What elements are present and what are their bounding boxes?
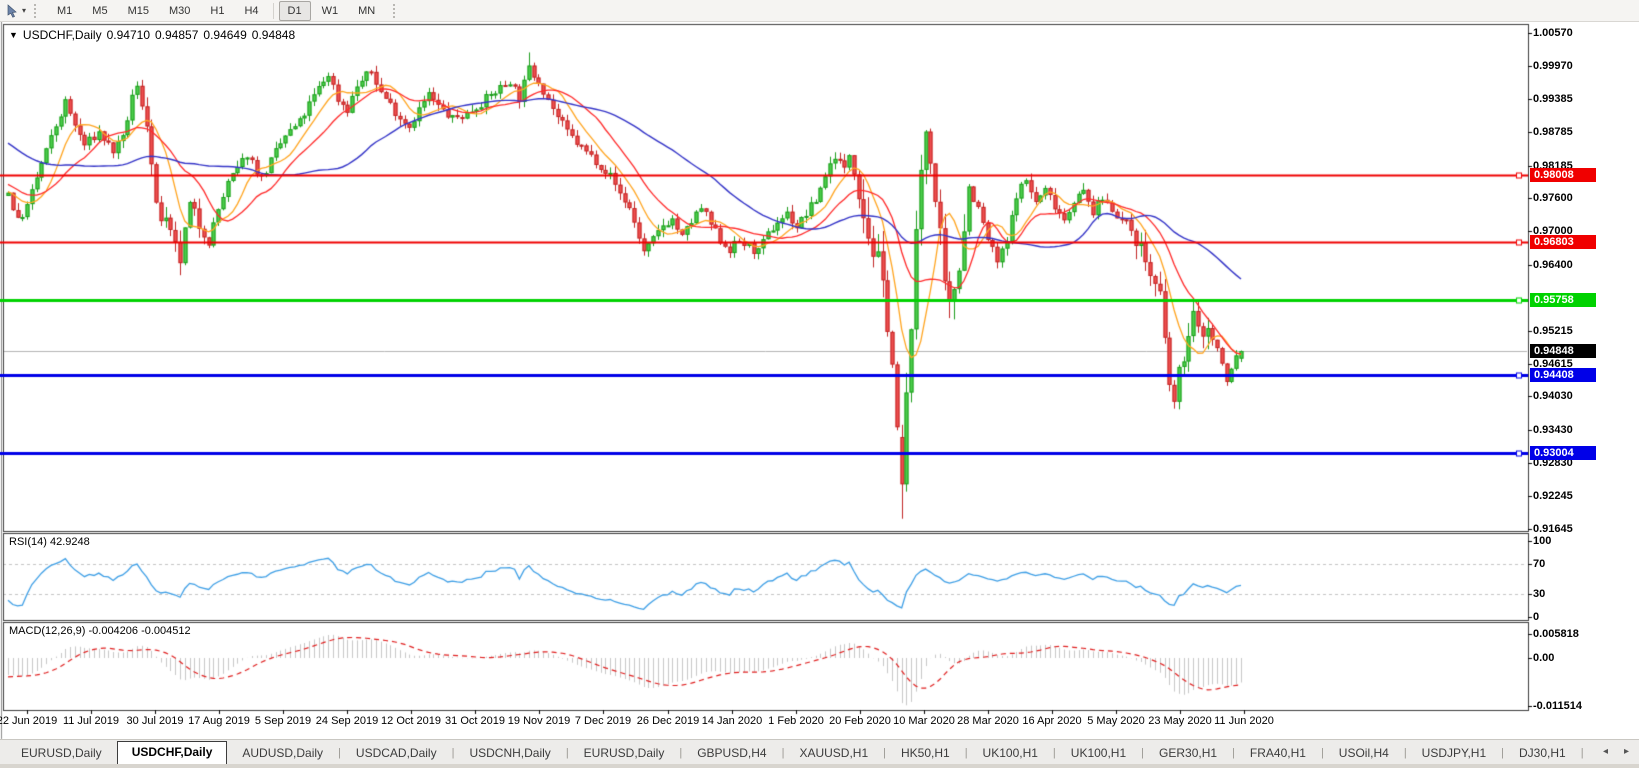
quote-open: 0.94710 bbox=[106, 28, 150, 42]
toolbar-grip[interactable] bbox=[34, 3, 41, 18]
macd-value-1: -0.004206 bbox=[88, 625, 139, 637]
date-axis-label: 1 Feb 2020 bbox=[768, 715, 824, 727]
tab-gbpusd-h4[interactable]: GBPUSD,H4 bbox=[682, 742, 781, 765]
rsi-tick-label: 70 bbox=[1533, 558, 1546, 570]
price-chart-canvas[interactable] bbox=[0, 0, 1639, 768]
rsi-tick-label: 30 bbox=[1533, 588, 1546, 600]
macd-tick-label: 0.005818 bbox=[1533, 628, 1579, 640]
date-axis-label: 19 Nov 2019 bbox=[507, 715, 571, 727]
macd-tick-label: 0.00 bbox=[1533, 652, 1555, 664]
mt4-window: ▾ M1 M5 M15 M30 H1 H4 D1 W1 MN ▼ USDCHF,Daily 0.94… bbox=[0, 0, 1639, 768]
chart-title: ▼ USDCHF,Daily 0.94710 0.94857 0.94649 0.9484… bbox=[9, 28, 295, 42]
date-axis-label: 10 Mar 2020 bbox=[893, 715, 955, 727]
status-strip bbox=[0, 764, 1639, 768]
timeframe-button-h1[interactable]: H1 bbox=[201, 1, 233, 21]
toolbar-grip[interactable] bbox=[393, 3, 400, 18]
price-tick-label: 0.98785 bbox=[1533, 126, 1573, 138]
date-axis-label: 14 Jan 2020 bbox=[701, 715, 763, 727]
hline-price-label: 0.95758 bbox=[1530, 293, 1596, 307]
tab-usdjpy-h1[interactable]: USDJPY,H1 bbox=[1407, 742, 1501, 765]
tab-separator: | bbox=[1580, 747, 1584, 759]
price-tick-label: 0.93430 bbox=[1533, 424, 1573, 436]
date-axis-label: 28 Mar 2020 bbox=[957, 715, 1019, 727]
rsi-value: 42.9248 bbox=[49, 536, 90, 548]
tab-dj30-h1[interactable]: DJ30,H1 bbox=[1504, 742, 1581, 765]
chart-cursor-icon bbox=[7, 3, 17, 18]
macd-value-2: -0.004512 bbox=[141, 625, 191, 637]
date-axis-label: 24 Sep 2019 bbox=[315, 715, 379, 727]
timeframe-button-d1[interactable]: D1 bbox=[278, 0, 311, 21]
date-axis-label: 5 Sep 2019 bbox=[254, 715, 312, 727]
date-axis-label: 23 May 2020 bbox=[1148, 715, 1212, 727]
rsi-indicator-label: RSI(14) 42.9248 bbox=[9, 536, 90, 548]
tab-scroll-right-icon[interactable]: ▸ bbox=[1624, 746, 1629, 757]
tab-eurusd-daily[interactable]: EURUSD,Daily bbox=[569, 742, 680, 765]
price-tick-label: 1.00570 bbox=[1533, 27, 1573, 39]
quote-high: 0.94857 bbox=[155, 28, 199, 42]
tab-uk100-h1[interactable]: UK100,H1 bbox=[968, 742, 1053, 765]
hline-price-label: 0.93004 bbox=[1530, 446, 1596, 460]
tab-hk50-h1[interactable]: HK50,H1 bbox=[886, 742, 965, 765]
date-axis-label: 11 Jul 2019 bbox=[62, 715, 120, 727]
tab-usdcnh-daily[interactable]: USDCNH,Daily bbox=[454, 742, 565, 765]
timeframe-button-m15[interactable]: M15 bbox=[119, 1, 158, 21]
timeframe-button-m30[interactable]: M30 bbox=[160, 1, 199, 21]
one-click-trading-toggle-icon[interactable]: ▼ bbox=[9, 30, 18, 40]
date-axis-label: 5 May 2020 bbox=[1087, 715, 1145, 727]
date-axis-label: 31 Oct 2019 bbox=[445, 715, 505, 727]
tab-usoil-h4[interactable]: USOil,H4 bbox=[1324, 742, 1404, 765]
timeframe-button-mn[interactable]: MN bbox=[349, 1, 384, 21]
chevron-down-icon: ▾ bbox=[22, 6, 27, 15]
tab-ger30-h1[interactable]: GER30,H1 bbox=[1144, 742, 1232, 765]
price-tick-label: 0.99970 bbox=[1533, 60, 1573, 72]
macd-tick-label: -0.011514 bbox=[1533, 700, 1582, 712]
rsi-tick-label: 0 bbox=[1533, 611, 1540, 623]
chart-tab-bar: EURUSD,Daily USDCHF,Daily AUDUSD,Daily | USD… bbox=[0, 739, 1639, 765]
timeframe-button-m1[interactable]: M1 bbox=[48, 1, 81, 21]
date-axis-label: 7 Dec 2019 bbox=[574, 715, 632, 727]
timeframe-button-group: M1 M5 M15 M30 H1 H4 D1 W1 MN bbox=[47, 0, 385, 21]
chart-cursor-tool-button[interactable]: ▾ bbox=[0, 1, 32, 21]
tab-uk100-h1[interactable]: UK100,H1 bbox=[1056, 742, 1141, 765]
date-axis-label: 26 Dec 2019 bbox=[636, 715, 700, 727]
date-axis-label: 16 Apr 2020 bbox=[1022, 715, 1082, 727]
hline-price-label: 0.96803 bbox=[1530, 235, 1596, 249]
date-axis-label: 11 Jun 2020 bbox=[1214, 715, 1274, 727]
chart-tabs: EURUSD,Daily USDCHF,Daily AUDUSD,Daily | USD… bbox=[0, 740, 1584, 765]
tab-eurusd-daily[interactable]: EURUSD,Daily bbox=[6, 742, 117, 765]
tab-xauusd-h1[interactable]: XAUUSD,H1 bbox=[784, 742, 883, 765]
macd-indicator-label: MACD(12,26,9) -0.004206 -0.004512 bbox=[9, 625, 191, 637]
quote-close: 0.94848 bbox=[251, 28, 296, 42]
tab-usdchf-daily[interactable]: USDCHF,Daily bbox=[116, 741, 228, 765]
date-axis-label: 30 Jul 2019 bbox=[126, 715, 184, 727]
price-tick-label: 0.96400 bbox=[1533, 259, 1573, 271]
price-tick-label: 0.92245 bbox=[1533, 490, 1573, 502]
timeframe-button-m5[interactable]: M5 bbox=[83, 1, 116, 21]
price-tick-label: 0.97600 bbox=[1533, 192, 1573, 204]
date-axis-label: 20 Feb 2020 bbox=[829, 715, 891, 727]
rsi-tick-label: 100 bbox=[1533, 535, 1552, 547]
timeframe-button-h4[interactable]: H4 bbox=[235, 1, 267, 21]
date-axis-label: 17 Aug 2019 bbox=[188, 715, 250, 727]
hline-price-label: 0.98008 bbox=[1530, 168, 1596, 182]
hline-price-label: 0.94408 bbox=[1530, 368, 1596, 382]
timeframe-button-w1[interactable]: W1 bbox=[313, 1, 348, 21]
price-tick-label: 0.95215 bbox=[1533, 325, 1573, 337]
price-tick-label: 0.99385 bbox=[1533, 93, 1573, 105]
quote-low: 0.94649 bbox=[203, 28, 247, 42]
toolbar-separator bbox=[272, 2, 274, 19]
chart-symbol-period: USDCHF,Daily bbox=[22, 28, 102, 42]
tab-fra40-h1[interactable]: FRA40,H1 bbox=[1235, 742, 1321, 765]
date-axis-label: 22 Jun 2019 bbox=[0, 715, 58, 727]
tab-audusd-daily[interactable]: AUDUSD,Daily bbox=[227, 742, 338, 765]
tab-usdcad-daily[interactable]: USDCAD,Daily bbox=[341, 742, 452, 765]
top-toolbar: ▾ M1 M5 M15 M30 H1 H4 D1 W1 MN bbox=[0, 0, 1639, 22]
current-price-label: 0.94848 bbox=[1530, 344, 1596, 358]
tab-scroll-controls: ◂ ▸ bbox=[1603, 746, 1629, 757]
date-axis-label: 12 Oct 2019 bbox=[381, 715, 441, 727]
price-tick-label: 0.94030 bbox=[1533, 390, 1573, 402]
tab-scroll-left-icon[interactable]: ◂ bbox=[1603, 746, 1608, 757]
